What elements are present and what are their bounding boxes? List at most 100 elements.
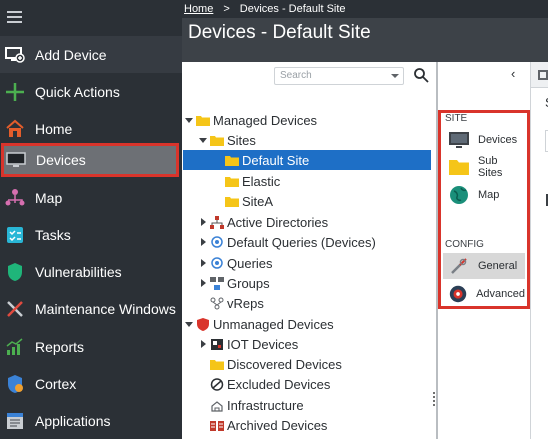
- plus-icon: [4, 81, 26, 103]
- folder-icon: [210, 359, 224, 370]
- sidebar-item-label: Reports: [35, 338, 85, 355]
- breadcrumb-separator: >: [223, 3, 230, 15]
- sidebar-item-label: Home: [35, 120, 73, 137]
- sidebar-item-devices[interactable]: Devices: [1, 143, 179, 177]
- applications-icon: [4, 410, 26, 432]
- tree-item-unmanaged-devices[interactable]: Unmanaged Devices: [184, 314, 334, 334]
- collapse-icon[interactable]: [198, 135, 208, 145]
- query-icon: [211, 256, 223, 269]
- site-config-highlight: [438, 110, 530, 309]
- cortex-icon: [4, 373, 26, 395]
- sidebar-item-vulnerabilities[interactable]: Vulnerabilities: [0, 253, 182, 290]
- archived-icon: [210, 420, 224, 431]
- query-icon: [211, 235, 223, 248]
- tree-item-label: IOT Devices: [227, 336, 299, 352]
- tree-item-iot-devices[interactable]: IOT Devices: [198, 334, 298, 354]
- sidebar-item-reports[interactable]: Reports: [0, 328, 182, 365]
- excluded-icon: [210, 377, 224, 391]
- tree-item-queries[interactable]: Queries: [198, 253, 273, 273]
- tree-item-default-queries[interactable]: Default Queries (Devices): [198, 232, 376, 252]
- tree-item-label: Managed Devices: [213, 112, 318, 128]
- sidebar-item-quick-actions[interactable]: Quick Actions: [0, 73, 182, 110]
- tools-icon: [4, 298, 26, 320]
- page-title: Devices - Default Site: [182, 18, 548, 62]
- home-icon: [4, 118, 26, 140]
- sidebar: Add Device Quick Actions Home Devices Ma…: [0, 0, 182, 439]
- folder-icon: [225, 155, 239, 166]
- tree-item-managed-devices[interactable]: Managed Devices: [184, 110, 317, 130]
- search-placeholder: Search: [280, 70, 312, 81]
- sidebar-item-tasks[interactable]: Tasks: [0, 216, 182, 253]
- folder-icon: [225, 196, 239, 207]
- tree-item-label: Elastic: [242, 173, 281, 189]
- sidebar-item-label: Map: [35, 189, 63, 206]
- sidebar-item-label: Add Device: [35, 46, 107, 63]
- collapse-icon[interactable]: [184, 115, 194, 125]
- sidebar-item-label: Cortex: [35, 375, 77, 392]
- toolbar-strip: [531, 62, 548, 88]
- tree-item-label: Unmanaged Devices: [213, 316, 334, 332]
- save-icon[interactable]: [538, 70, 548, 80]
- tree-item-label: Default Site: [242, 152, 310, 168]
- map-icon: [4, 187, 26, 209]
- tree-item-label: Excluded Devices: [227, 376, 331, 392]
- shield-icon: [4, 261, 26, 283]
- folder-icon: [225, 176, 239, 187]
- network-icon: [210, 215, 224, 229]
- tree-item-label: Archived Devices: [227, 417, 328, 433]
- breadcrumb: Home > Devices - Default Site: [182, 0, 548, 18]
- expand-icon[interactable]: [198, 278, 208, 288]
- vreps-icon: [210, 297, 224, 309]
- tree-item-discovered-devices[interactable]: Discovered Devices: [210, 354, 342, 374]
- sidebar-item-label: Tasks: [35, 226, 71, 243]
- tree-item-archived-devices[interactable]: Archived Devices: [210, 415, 327, 435]
- tasks-icon: [4, 224, 26, 246]
- tree-item-sites[interactable]: Sites: [198, 130, 256, 150]
- sidebar-item-map[interactable]: Map: [0, 179, 182, 216]
- tree-item-groups[interactable]: Groups: [198, 273, 270, 293]
- tree-item-label: Sites: [227, 132, 256, 148]
- sidebar-item-applications[interactable]: Applications: [0, 402, 182, 439]
- tree-item-label: Active Directories: [227, 214, 329, 230]
- tree-item-infrastructure[interactable]: Infrastructure: [210, 395, 304, 415]
- sidebar-item-label: Maintenance Windows: [35, 300, 176, 317]
- groups-icon: [210, 276, 224, 290]
- tree-item-default-site[interactable]: Default Site: [183, 150, 431, 170]
- menu-icon[interactable]: [7, 11, 22, 23]
- folder-icon: [196, 115, 210, 126]
- tree-item-active-directories[interactable]: Active Directories: [198, 212, 328, 232]
- tree-item-excluded-devices[interactable]: Excluded Devices: [210, 374, 330, 394]
- iot-icon: [211, 338, 223, 350]
- sidebar-item-label: Vulnerabilities: [35, 263, 122, 280]
- tree-item-vreps[interactable]: vReps: [210, 293, 264, 313]
- right-panel: S: [530, 62, 548, 439]
- monitor-icon: [5, 149, 27, 171]
- reports-icon: [4, 336, 26, 358]
- tree-item-label: Queries: [227, 255, 273, 271]
- tree-item-label: Discovered Devices: [227, 356, 342, 372]
- expand-icon[interactable]: [198, 217, 208, 227]
- tree-item-label: Infrastructure: [227, 397, 304, 413]
- tree-item-elastic[interactable]: Elastic: [225, 171, 280, 191]
- expand-icon[interactable]: [198, 237, 208, 247]
- tree-item-label: vReps: [227, 295, 264, 311]
- sidebar-item-cortex[interactable]: Cortex: [0, 365, 182, 402]
- add-device-icon: [4, 44, 26, 66]
- sidebar-item-maintenance-windows[interactable]: Maintenance Windows: [0, 290, 182, 327]
- tree-item-sitea[interactable]: SiteA: [225, 191, 273, 211]
- sidebar-item-label: Quick Actions: [35, 83, 120, 100]
- infrastructure-icon: [211, 400, 223, 412]
- collapse-icon[interactable]: [184, 319, 194, 329]
- sidebar-item-add-device[interactable]: Add Device: [0, 36, 182, 73]
- breadcrumb-home-link[interactable]: Home: [184, 3, 213, 15]
- sidebar-item-home[interactable]: Home: [0, 110, 182, 147]
- breadcrumb-current: Devices - Default Site: [239, 3, 346, 15]
- search-input[interactable]: Search: [274, 67, 404, 85]
- sidebar-item-label: Applications: [35, 412, 111, 429]
- search-icon[interactable]: [413, 67, 429, 83]
- tree-item-label: Groups: [227, 275, 270, 291]
- expand-icon[interactable]: [198, 339, 208, 349]
- chevron-left-icon[interactable]: ‹: [511, 66, 515, 81]
- expand-icon[interactable]: [198, 258, 208, 268]
- chevron-down-icon[interactable]: [391, 74, 399, 78]
